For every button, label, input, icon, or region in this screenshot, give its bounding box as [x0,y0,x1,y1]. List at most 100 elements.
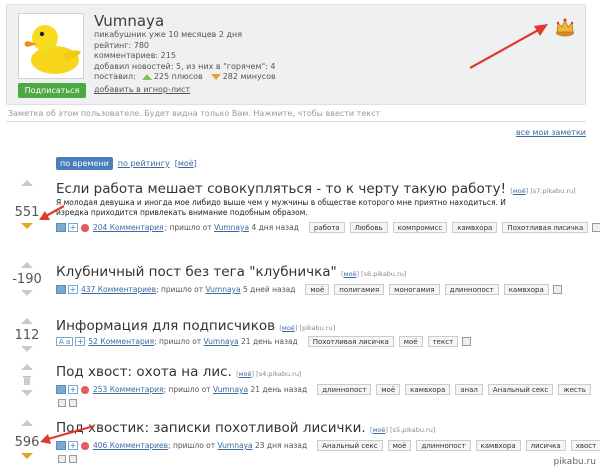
post-source-domain: [s4.pikabu.ru] [256,370,302,378]
subscribe-button[interactable]: Подписаться [18,83,86,98]
minus-count: 282 минусов [222,72,276,82]
sort-bar: по времени по рейтингу [моё] [56,157,197,170]
tag[interactable]: моё [398,336,423,347]
tag[interactable]: жесть [558,384,591,395]
comments-link[interactable]: 52 Комментария [88,337,154,346]
post-title-text[interactable]: Информация для подписчиков [56,318,275,334]
downvote-icon[interactable] [21,346,33,352]
save-icon[interactable] [58,399,66,407]
vote-block: 112 [12,318,42,352]
tag[interactable]: длиннопост [416,440,471,451]
tag[interactable]: Анальный секс [487,384,554,395]
tag[interactable]: полигамия [334,284,385,295]
post-title[interactable]: Если работа мешает совокупляться - то к … [56,181,576,197]
upvote-icon[interactable] [21,262,33,268]
post-mine-link[interactable]: моё [513,187,526,195]
ignore-list-link[interactable]: добавить в игнор-лист [94,85,190,94]
tag[interactable]: моногамия [389,284,440,295]
tag[interactable]: анал [455,384,483,395]
post-mine-link[interactable]: моё [373,426,386,434]
author-link[interactable]: Vumnaya [214,223,249,232]
expand-plus-icon[interactable]: + [68,285,78,294]
post-source: [моё] [s7.pikabu.ru] [510,187,576,195]
tag-list: длиннопост моё камвхора анал Анальный се… [317,384,591,395]
expand-plus-icon[interactable]: + [68,223,78,232]
author-link[interactable]: Vumnaya [204,337,239,346]
save-icon[interactable] [592,223,600,232]
tag[interactable]: камвхора [452,222,498,233]
upvote-icon[interactable] [21,420,33,426]
post-time: 4 дня назад [251,223,299,232]
author-link[interactable]: Vumnaya [206,285,241,294]
save-icon[interactable] [552,285,562,294]
print-icon[interactable] [69,455,77,463]
tag[interactable]: моё [305,284,330,295]
post-title[interactable]: Под хвостик: записки похотливой лисички.… [56,420,435,436]
comments-link[interactable]: 253 Комментария [93,385,164,394]
sort-mine-tab[interactable]: [моё] [175,159,197,168]
avatar[interactable] [18,13,84,79]
post-action-icons [58,455,77,463]
tag[interactable]: хвост [570,440,600,451]
tag[interactable]: лисичка [525,440,566,451]
post-mine-link[interactable]: моё [344,270,357,278]
post-title[interactable]: Клубничный пост без тега "клубничка" [мо… [56,264,406,280]
post-source: [моё] [s6.pikabu.ru] [341,270,407,278]
post-mine-link[interactable]: моё [282,324,295,332]
post-title-text[interactable]: Клубничный пост без тега "клубничка" [56,264,337,280]
comments-link[interactable]: 406 Комментариев [93,441,168,450]
post-title-text[interactable]: Под хвост: охота на лис. [56,364,232,380]
all-notes-link[interactable]: все мои заметки [516,128,586,137]
downvote-icon[interactable] [21,223,33,229]
post-title-text[interactable]: Если работа мешает совокупляться - то к … [56,181,506,197]
tag[interactable]: Любовь [349,222,388,233]
sort-by-time-tab[interactable]: по времени [56,157,113,170]
tag[interactable]: моё [387,440,412,451]
tag-list: Анальный секс моё длиннопост камвхора ли… [317,440,600,451]
tag[interactable]: Похотливая лисичка [502,222,589,233]
post-meta: + 253 Комментария ; пришло от Vumnaya 21… [56,384,591,395]
post-title[interactable]: Информация для подписчиков [моё] [pikabu… [56,318,335,334]
stat-comments: комментариев: 215 [94,51,176,61]
posted-prefix: ; пришло от [164,223,212,232]
sort-by-rating-tab[interactable]: по рейтингу [118,159,170,168]
post-title[interactable]: Под хвост: охота на лис. [моё] [s4.pikab… [56,364,302,380]
upvote-icon[interactable] [21,180,33,186]
tag[interactable]: Анальный секс [317,440,383,451]
tag[interactable]: камвхора [475,440,521,451]
tag[interactable]: компромисс [392,222,448,233]
tag[interactable]: Похотливая лисичка [307,336,394,347]
post-mine-link[interactable]: моё [239,370,252,378]
text-post-icon: A a [56,337,74,346]
expand-plus-icon[interactable]: + [75,337,86,346]
downvote-icon[interactable] [21,290,33,296]
post-title-text[interactable]: Под хвостик: записки похотливой лисички. [56,420,366,436]
crown-award-icon[interactable] [555,15,575,37]
tag[interactable]: длиннопост [444,284,499,295]
sort-mine-label[interactable]: моё [178,159,194,168]
tag[interactable]: работа [308,222,345,233]
author-link[interactable]: Vumnaya [213,385,248,394]
tag[interactable]: камвхора [503,284,549,295]
tag-list: работа Любовь компромисс камвхора Похотл… [308,222,589,233]
upvote-icon[interactable] [21,318,33,324]
expand-plus-icon[interactable]: + [68,385,78,394]
comments-link[interactable]: 204 Комментария [93,223,164,232]
rubber-duck-avatar-image [19,14,83,78]
save-icon[interactable] [58,455,66,463]
tag[interactable]: длиннопост [317,384,372,395]
red-arrow-annotation-icon [40,424,95,444]
print-icon[interactable] [69,399,77,407]
downvote-icon[interactable] [21,390,33,396]
trash-icon[interactable] [22,374,32,386]
downvote-icon[interactable] [21,453,33,459]
stat-member-since: пикабушник уже 10 месяцев 2 дня [94,30,243,39]
upvote-icon[interactable] [21,364,33,370]
comments-link[interactable]: 437 Комментариев [81,285,156,294]
tag[interactable]: камвхора [405,384,451,395]
save-icon[interactable] [462,337,472,346]
author-link[interactable]: Vumnaya [218,441,253,450]
user-note-field[interactable]: Заметка об этом пользователе. Будет видн… [6,107,586,122]
tag[interactable]: текст [427,336,459,347]
tag[interactable]: моё [376,384,401,395]
